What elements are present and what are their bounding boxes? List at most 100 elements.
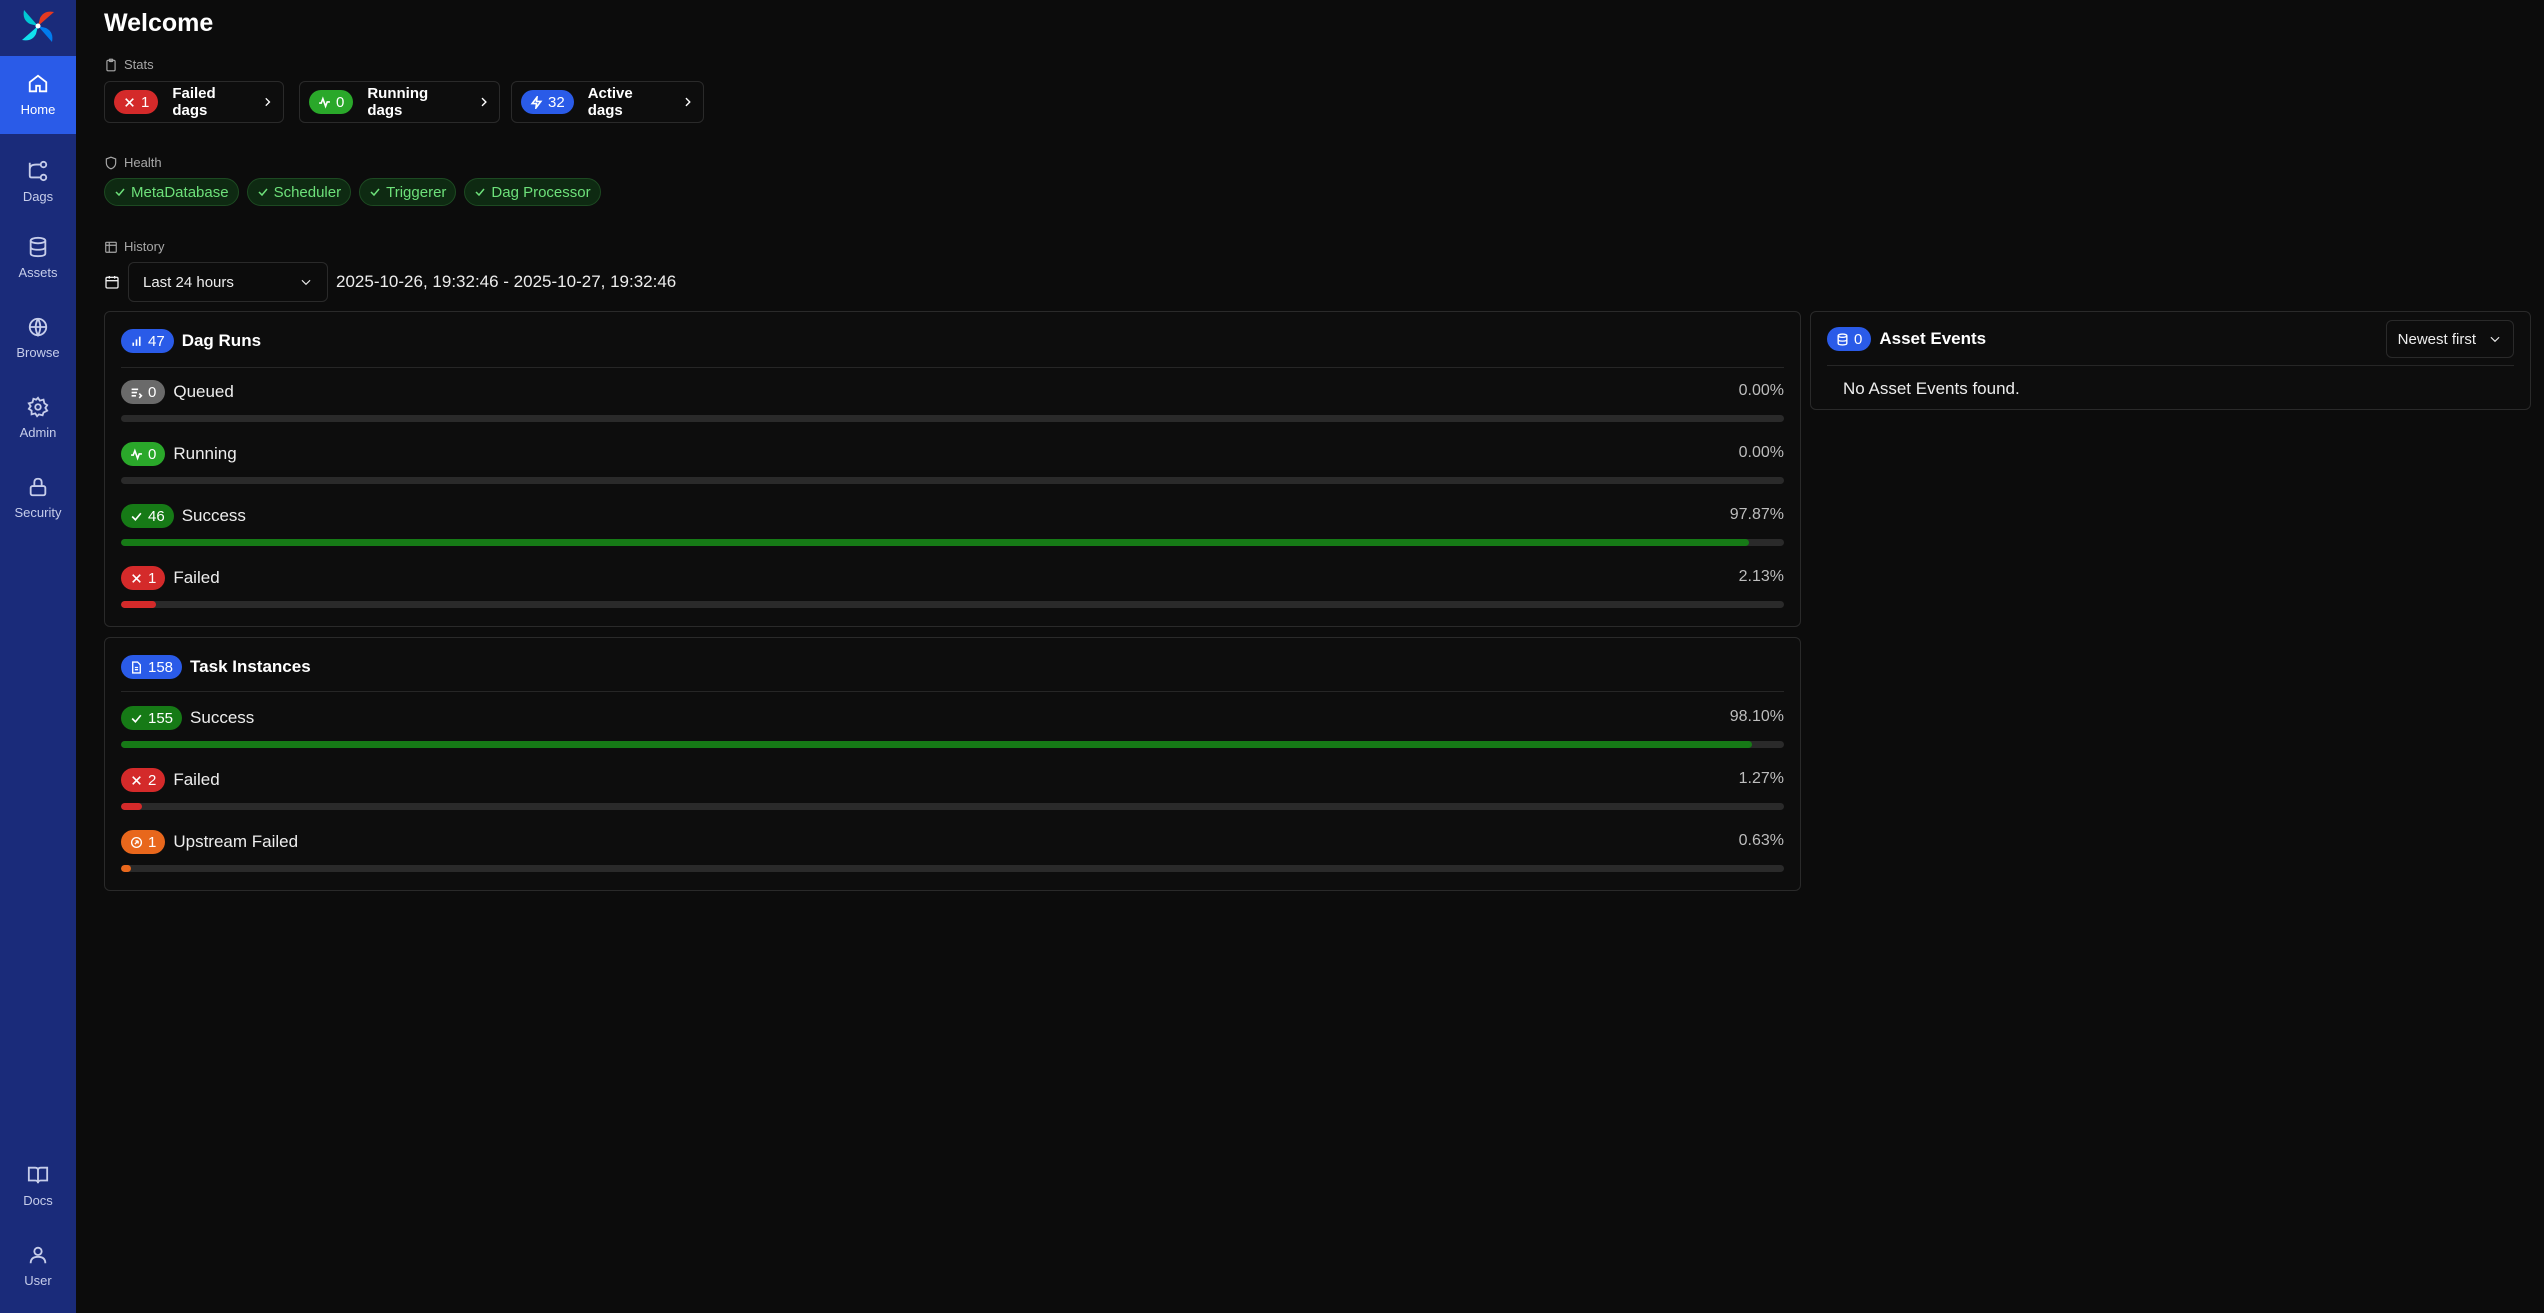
- task-instances-count-badge: 158: [121, 655, 183, 679]
- running-badge: 0: [121, 442, 166, 466]
- failed-dags-label: Failed dags: [172, 85, 216, 119]
- progress-bar: [121, 865, 1784, 872]
- running-dags-count: 0: [336, 93, 345, 111]
- active-dags-card[interactable]: 32 Active dags: [511, 81, 704, 123]
- running-dags-label: Running dags: [367, 85, 429, 119]
- sidebar-item-label: User: [24, 1273, 52, 1288]
- health-badge-label: MetaDatabase: [131, 183, 229, 201]
- sidebar-item-assets[interactable]: Assets: [0, 219, 76, 297]
- check-icon: [131, 512, 142, 521]
- asset-events-header: 0 Asset Events: [1827, 327, 1986, 351]
- sidebar-item-admin[interactable]: Admin: [0, 379, 76, 457]
- sidebar-item-label: Security: [14, 505, 62, 520]
- success-label: Success: [190, 708, 255, 727]
- health-badge-triggerer: Triggerer: [359, 178, 457, 206]
- queued-label: Queued: [173, 382, 234, 401]
- chevron-right-icon: [481, 97, 487, 107]
- sidebar-item-label: Docs: [23, 1193, 53, 1208]
- failed-dags-badge: 1: [114, 90, 159, 114]
- active-dags-label: Active dags: [587, 85, 633, 119]
- failed-count: 2: [148, 771, 157, 789]
- progress-bar: [121, 803, 1784, 810]
- progress-bar: [121, 539, 1784, 546]
- health-label-text: Health: [124, 155, 162, 170]
- sidebar-item-user[interactable]: User: [0, 1227, 76, 1305]
- running-count: 0: [148, 445, 157, 463]
- task-instances-count: 158: [148, 658, 174, 676]
- sidebar-item-label: Assets: [18, 265, 58, 280]
- dag-runs-count-badge: 47: [121, 329, 174, 353]
- upstream-failed-percent: 0.63%: [1738, 832, 1784, 849]
- globe-icon: [28, 317, 48, 338]
- progress-bar-fill: [121, 865, 132, 872]
- progress-bar-fill: [121, 803, 143, 810]
- running-dags-card[interactable]: 0 Running dags: [299, 81, 500, 123]
- book-icon: [27, 1166, 49, 1184]
- asset-events-count-badge: 0: [1827, 327, 1872, 351]
- history-label-text: History: [124, 239, 165, 254]
- sidebar-item-dags[interactable]: Dags: [0, 143, 76, 221]
- sort-order-select[interactable]: Newest first: [2385, 320, 2514, 358]
- task-instances-row-failed: 2 Failed 1.27%: [121, 768, 1784, 812]
- success-percent: 98.10%: [1729, 708, 1784, 725]
- page-title: Welcome: [104, 9, 214, 37]
- queued-percent: 0.00%: [1738, 382, 1784, 399]
- history-icon: [105, 241, 117, 253]
- asset-events-panel: 0 Asset Events Newest first No Asset Eve…: [1810, 311, 2531, 410]
- dags-icon: [28, 160, 48, 182]
- history-filter-row: Last 24 hours 2025-10-26, 19:32:46 - 202…: [104, 262, 676, 302]
- list-icon: [131, 387, 143, 398]
- calendar-icon: [105, 276, 119, 289]
- queued-count: 0: [148, 383, 157, 401]
- sidebar-item-label: Admin: [19, 425, 57, 440]
- gear-icon: [27, 396, 49, 418]
- sidebar-item-security[interactable]: Security: [0, 459, 76, 537]
- running-label: Running: [173, 444, 237, 463]
- activity-icon: [131, 447, 142, 461]
- x-icon: [132, 775, 141, 785]
- sidebar-item-browse[interactable]: Browse: [0, 299, 76, 377]
- queued-badge: 0: [121, 380, 166, 404]
- asset-events-empty-message: No Asset Events found.: [1843, 379, 2020, 398]
- failed-badge: 1: [121, 566, 166, 590]
- health-badges: MetaDatabase Scheduler Triggerer Dag Pro…: [104, 178, 601, 206]
- health-section-label: Health: [104, 155, 162, 170]
- upstream-failed-count: 1: [148, 833, 157, 851]
- active-dags-badge: 32: [521, 90, 574, 114]
- failed-dags-card[interactable]: 1 Failed dags: [104, 81, 284, 123]
- running-dags-badge: 0: [309, 90, 354, 114]
- file-icon: [132, 660, 141, 674]
- x-icon: [125, 97, 134, 107]
- health-badge-scheduler: Scheduler: [246, 178, 352, 206]
- progress-bar-fill: [121, 539, 1749, 546]
- history-section-label: History: [104, 239, 164, 254]
- failed-percent: 1.27%: [1738, 770, 1784, 787]
- bar-chart-icon: [132, 336, 141, 346]
- shield-icon: [105, 156, 117, 169]
- progress-bar: [121, 741, 1784, 748]
- time-range-select[interactable]: Last 24 hours: [128, 262, 328, 302]
- panel-divider: [121, 691, 1784, 692]
- activity-icon: [319, 95, 330, 109]
- sidebar-item-home[interactable]: Home: [0, 56, 76, 134]
- failed-percent: 2.13%: [1738, 568, 1784, 585]
- task-instances-title: Task Instances: [190, 657, 311, 676]
- airflow-logo[interactable]: [18, 6, 58, 46]
- x-icon: [132, 573, 141, 583]
- health-badge-label: Triggerer: [386, 183, 447, 201]
- date-range-text: 2025-10-26, 19:32:46 - 2025-10-27, 19:32…: [336, 272, 677, 291]
- running-percent: 0.00%: [1738, 444, 1784, 461]
- user-icon: [29, 1246, 47, 1264]
- health-badge-label: Scheduler: [273, 183, 342, 201]
- dag-runs-row-running: 0 Running 0.00%: [121, 442, 1784, 486]
- sort-order-value: Newest first: [2397, 330, 2476, 348]
- sidebar-item-docs[interactable]: Docs: [0, 1147, 76, 1225]
- success-badge: 155: [121, 706, 183, 730]
- check-icon: [115, 188, 125, 197]
- dag-runs-panel: 47 Dag Runs 0 Queued 0.00% 0 Running 0.0…: [104, 311, 1801, 627]
- success-count: 155: [148, 709, 174, 727]
- chevron-right-icon: [685, 97, 691, 107]
- active-dags-count: 32: [548, 93, 565, 111]
- health-badge-label: Dag Processor: [491, 183, 591, 201]
- database-icon: [29, 236, 47, 258]
